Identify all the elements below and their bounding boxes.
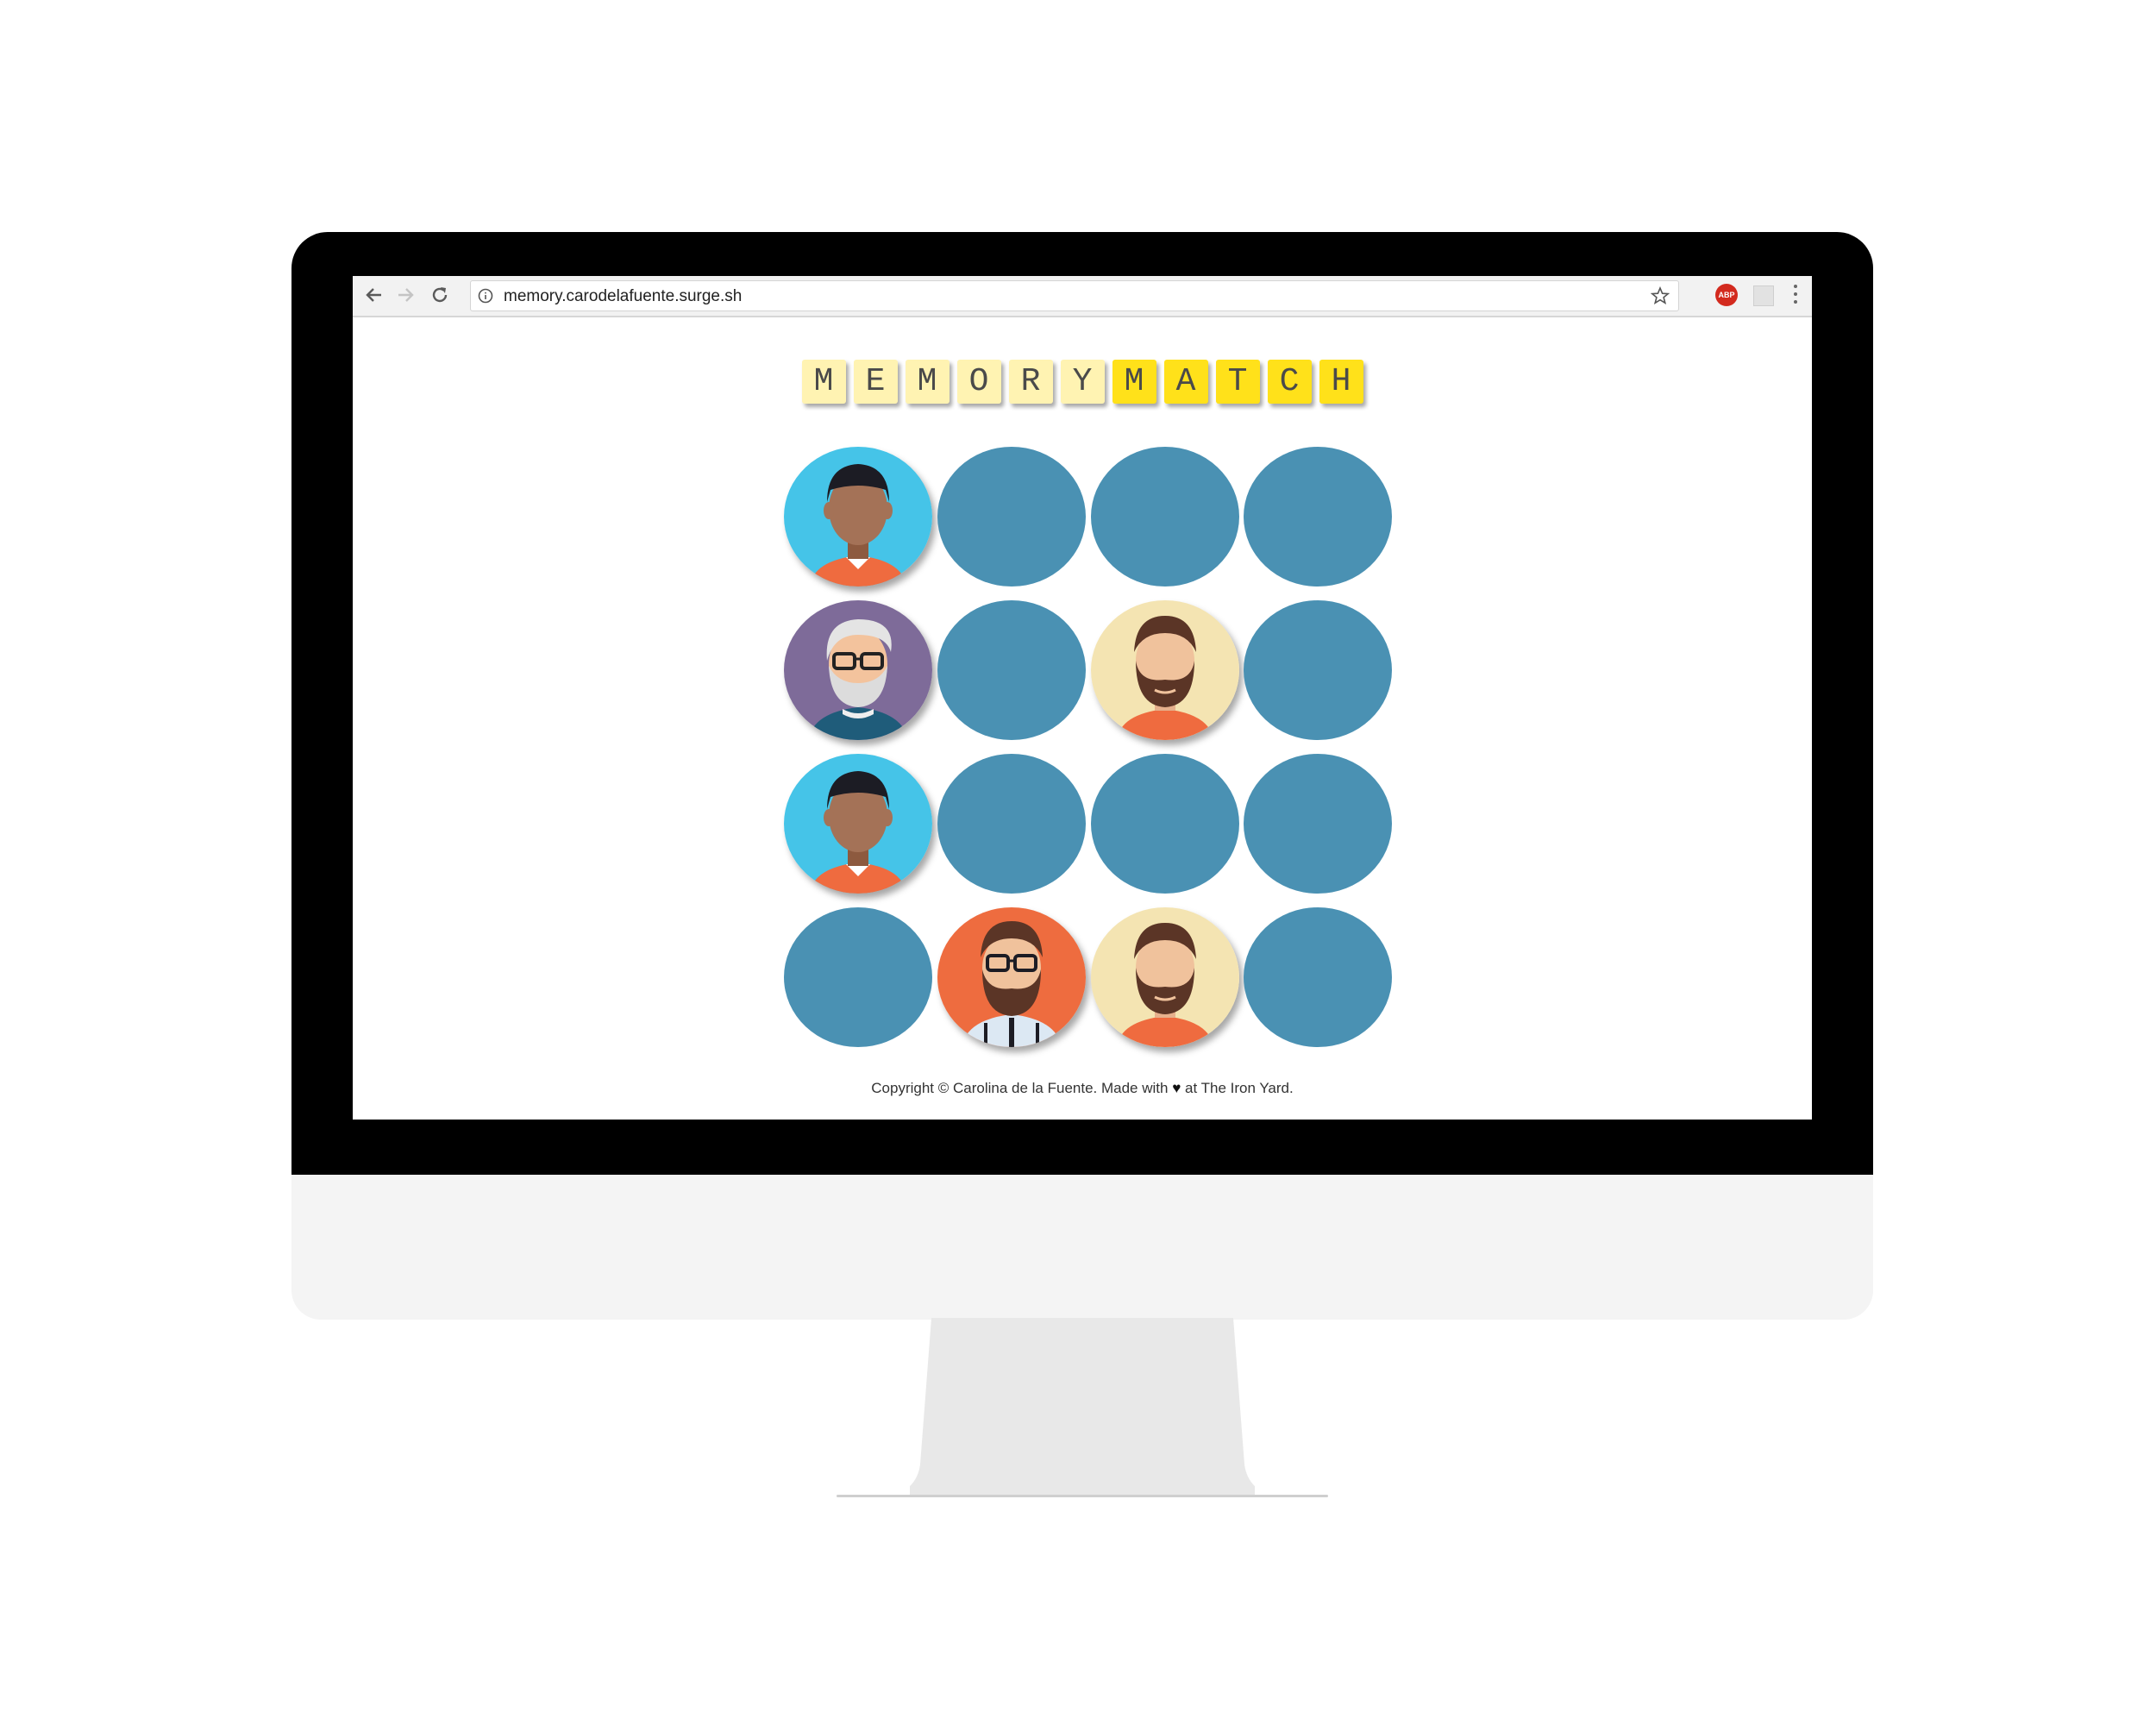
memory-card-face-down[interactable] <box>1244 907 1392 1047</box>
heart-icon: ♥ <box>1172 1080 1181 1096</box>
avatar-dark-hair-man-icon <box>784 447 932 586</box>
title-letter-tile: T <box>1215 360 1260 404</box>
avatar-hipster-glasses-icon <box>937 907 1086 1047</box>
reload-icon <box>432 287 448 303</box>
footer-text-after: at The Iron Yard. <box>1181 1080 1294 1096</box>
title-letter-tile: H <box>1319 360 1363 404</box>
memory-card-face-down[interactable] <box>937 754 1086 894</box>
extension-icon[interactable] <box>1753 285 1774 306</box>
title-letter-tile: E <box>853 360 898 404</box>
footer-text-before: Copyright © Carolina de la Fuente. Made … <box>871 1080 1173 1096</box>
title-letter-tile: R <box>1008 360 1053 404</box>
avatar-dark-hair-man-icon <box>784 754 932 894</box>
monitor-chin <box>291 1175 1873 1320</box>
reload-button[interactable] <box>427 282 453 308</box>
memory-card-dark-hair-man[interactable] <box>784 447 932 586</box>
memory-card-face-down[interactable] <box>937 600 1086 740</box>
memory-card-face-down[interactable] <box>937 447 1086 586</box>
browser-toolbar: memory.carodelafuente.surge.sh ABP <box>353 276 1812 317</box>
back-arrow-icon <box>366 288 381 302</box>
memory-card-face-down[interactable] <box>1091 754 1239 894</box>
title-letter-tile: C <box>1267 360 1312 404</box>
forward-arrow-icon <box>398 288 414 302</box>
memory-card-hipster-glasses[interactable] <box>937 907 1086 1047</box>
star-icon[interactable] <box>1651 286 1670 305</box>
avatar-bearded-man-icon <box>1091 907 1239 1047</box>
adblock-icon[interactable]: ABP <box>1715 284 1738 306</box>
title-letter-tile: M <box>1112 360 1156 404</box>
memory-card-dark-hair-man[interactable] <box>784 754 932 894</box>
title-letter-tile: A <box>1163 360 1208 404</box>
avatar-bearded-man-icon <box>1091 600 1239 740</box>
menu-icon[interactable] <box>1793 285 1798 307</box>
memory-card-face-down[interactable] <box>1244 600 1392 740</box>
monitor-base <box>837 1495 1328 1497</box>
memory-card-face-down[interactable] <box>1244 754 1392 894</box>
card-board <box>784 447 1394 1051</box>
footer-copyright: Copyright © Carolina de la Fuente. Made … <box>353 1080 1812 1097</box>
info-icon[interactable] <box>478 288 493 304</box>
memory-card-face-down[interactable] <box>1091 447 1239 586</box>
forward-button[interactable] <box>392 282 418 308</box>
title-letter-tile: Y <box>1060 360 1105 404</box>
browser-screen: memory.carodelafuente.surge.sh ABP MEMOR… <box>353 276 1812 1120</box>
memory-card-bearded-man[interactable] <box>1091 600 1239 740</box>
memory-card-face-down[interactable] <box>784 907 932 1047</box>
avatar-old-man-glasses-icon <box>784 600 932 740</box>
address-bar[interactable]: memory.carodelafuente.surge.sh <box>470 280 1679 311</box>
title-letter-tile: M <box>801 360 846 404</box>
game-title: MEMORYMATCH <box>353 360 1812 404</box>
title-letter-tile: M <box>905 360 950 404</box>
memory-card-face-down[interactable] <box>1244 447 1392 586</box>
memory-card-old-man-glasses[interactable] <box>784 600 932 740</box>
url-text: memory.carodelafuente.surge.sh <box>504 287 743 305</box>
monitor-stand <box>910 1318 1255 1496</box>
title-letter-tile: O <box>956 360 1001 404</box>
memory-card-bearded-man[interactable] <box>1091 907 1239 1047</box>
back-button[interactable] <box>361 282 387 308</box>
